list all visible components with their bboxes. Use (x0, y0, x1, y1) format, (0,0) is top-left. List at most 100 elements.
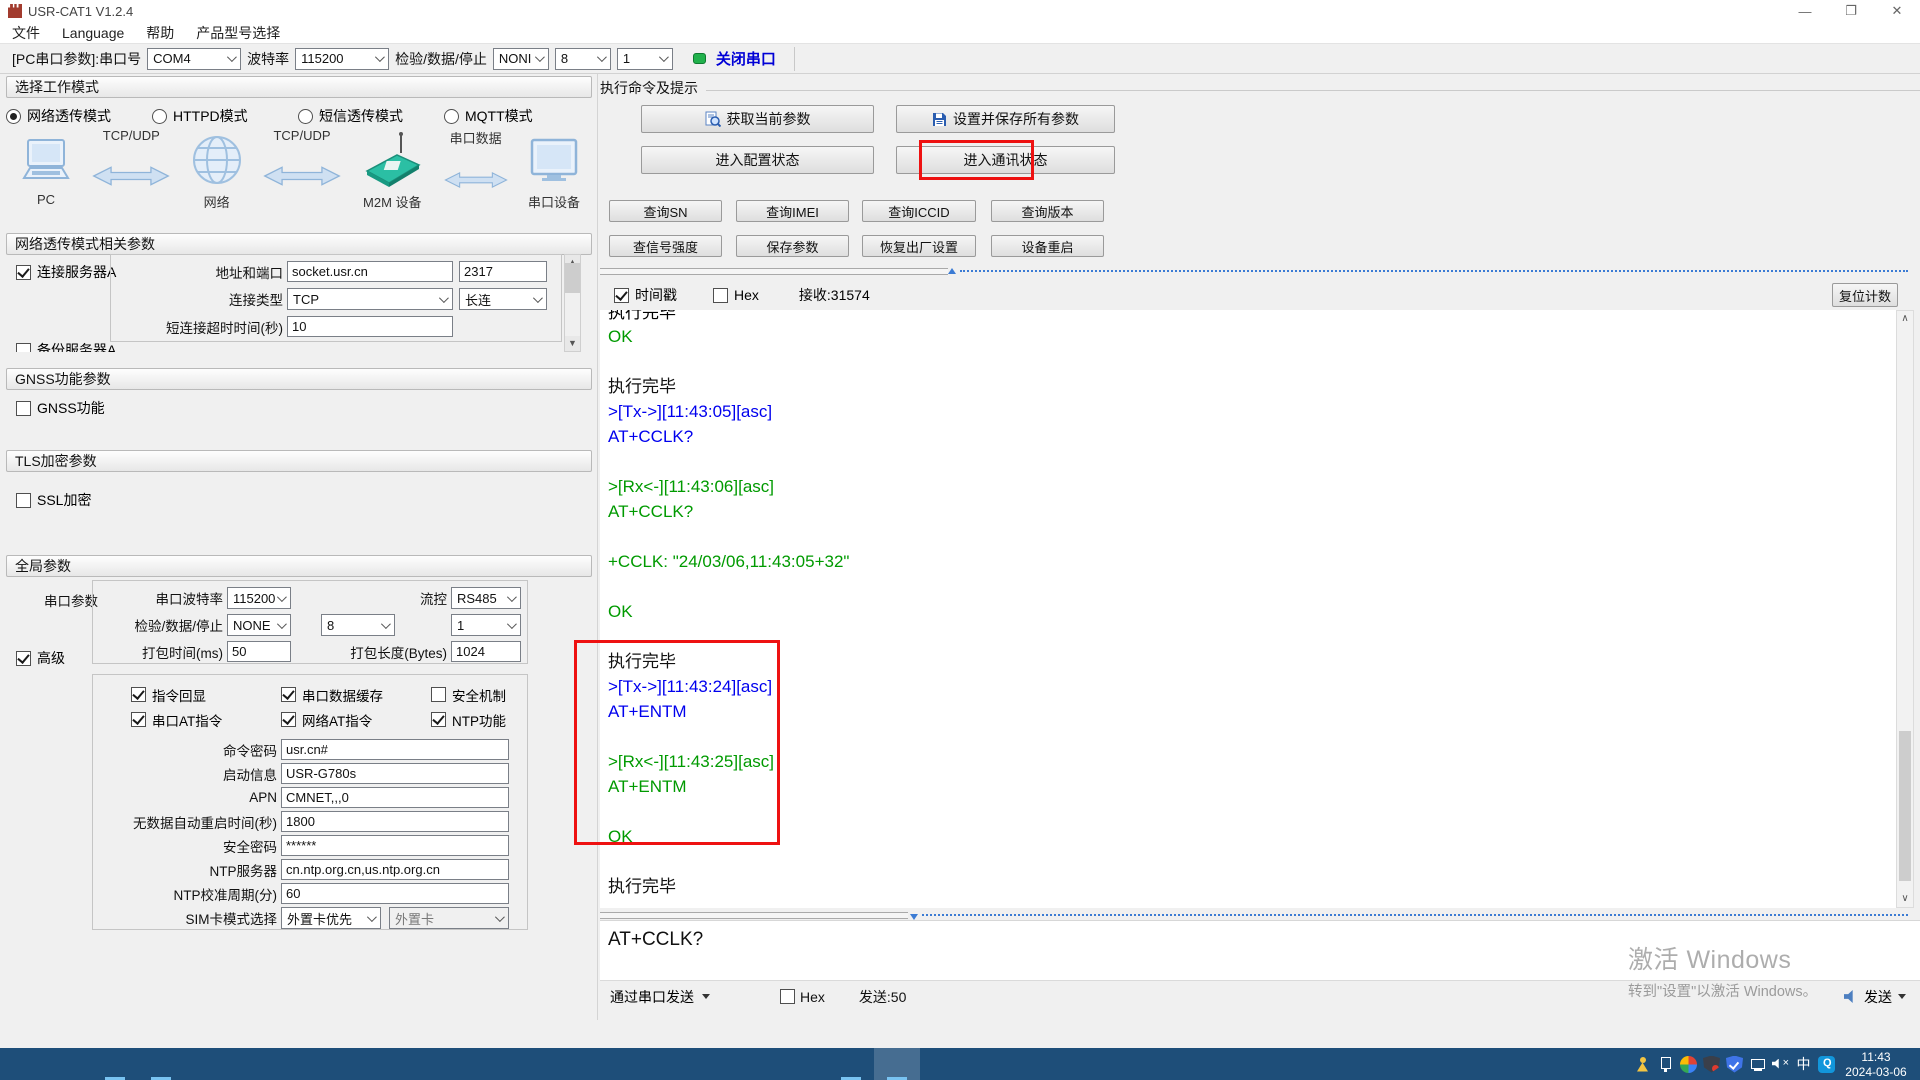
enter-config-button[interactable]: 进入配置状态 (641, 146, 874, 174)
keepalive-select[interactable]: 长连 (459, 288, 547, 310)
flow-select[interactable]: RS485 (451, 587, 521, 609)
enter-comm-button[interactable]: 进入通讯状态 (896, 146, 1115, 174)
cards-app-icon[interactable] (368, 1048, 414, 1080)
menu-item[interactable]: 文件 (12, 23, 40, 43)
scroll-down-icon[interactable]: ∨ (1897, 891, 1913, 907)
command-button[interactable]: 查询版本 (991, 200, 1104, 222)
folder-icon[interactable] (828, 1048, 874, 1080)
command-button[interactable]: 查询IMEI (736, 200, 849, 222)
tray-figure-icon[interactable] (1631, 1048, 1654, 1080)
scroll-thumb[interactable] (1899, 731, 1911, 881)
g-baud-select[interactable]: 115200 (227, 587, 291, 609)
terminal-icon[interactable] (276, 1048, 322, 1080)
creature-app-icon[interactable] (782, 1048, 828, 1080)
code-app-icon[interactable] (184, 1048, 230, 1080)
person-app-icon[interactable] (598, 1048, 644, 1080)
send-via-button[interactable]: 通过串口发送 (600, 984, 720, 1010)
param-input[interactable]: 1800 (281, 811, 509, 832)
command-button[interactable]: 保存参数 (736, 235, 849, 257)
com-port-select[interactable]: COM4 (147, 48, 241, 70)
edge-icon[interactable] (920, 1048, 966, 1080)
param-input[interactable]: cn.ntp.org.cn,us.ntp.org.cn (281, 859, 509, 880)
get-params-button[interactable]: 获取当前参数 (641, 105, 874, 133)
scroll-down-icon[interactable]: ▼ (565, 336, 580, 351)
menu-item[interactable]: Language (62, 25, 124, 41)
workmode-radio[interactable]: HTTPD模式 (152, 106, 298, 126)
feature-checkbox[interactable]: 安全机制 (431, 683, 561, 706)
person-app-icon[interactable] (414, 1048, 460, 1080)
packtime-input[interactable]: 50 (227, 641, 291, 662)
command-button[interactable]: 查询ICCID (862, 200, 976, 222)
baud-select[interactable]: 115200 (295, 48, 389, 70)
calculator-icon[interactable] (552, 1048, 598, 1080)
send-button[interactable]: 发送 (1838, 984, 1912, 1010)
recv-hex-checkbox[interactable] (713, 288, 728, 303)
bottom-splitter[interactable] (600, 912, 908, 919)
param-input[interactable]: USR-G780s (281, 763, 509, 784)
param-input[interactable]: CMNET,,,0 (281, 787, 509, 808)
sim-mode-select[interactable]: 外置卡优先 (281, 907, 381, 929)
receive-log[interactable]: 执行完毕 OK执行完毕>[Tx->][11:43:05][asc]AT+CCLK… (600, 310, 1896, 908)
shield-icon[interactable] (1723, 1048, 1746, 1080)
robot-app-icon[interactable] (736, 1048, 782, 1080)
scroll-thumb[interactable] (565, 263, 580, 293)
workmode-radio[interactable]: 网络透传模式 (6, 106, 152, 126)
feature-checkbox[interactable]: 串口数据缓存 (281, 683, 431, 706)
databits-select[interactable]: 8 (555, 48, 611, 70)
timeout-input[interactable]: 10 (287, 316, 453, 337)
bird-app-icon[interactable] (690, 1048, 736, 1080)
menu-item[interactable]: 帮助 (146, 23, 174, 43)
feature-checkbox[interactable]: 串口AT指令 (131, 708, 281, 731)
backup-server-checkbox[interactable]: 备份服务器A (16, 342, 116, 352)
timestamp-checkbox[interactable] (614, 288, 629, 303)
command-button[interactable]: 恢复出厂设置 (862, 235, 976, 257)
param-input[interactable]: usr.cn# (281, 739, 509, 760)
serial-tool-icon[interactable] (874, 1048, 920, 1080)
workmode-radio[interactable]: MQTT模式 (444, 106, 590, 126)
qq-icon[interactable] (1815, 1048, 1838, 1080)
parity-select[interactable]: NONI (493, 48, 549, 70)
person-app-icon[interactable] (644, 1048, 690, 1080)
defender-alert-icon[interactable] (1700, 1048, 1723, 1080)
network-icon[interactable] (1746, 1048, 1769, 1080)
start-button[interactable] (0, 1048, 46, 1080)
stopbits-select[interactable]: 1 (617, 48, 673, 70)
server-port-input[interactable]: 2317 (459, 261, 547, 282)
g-stopbits-select[interactable]: 1 (451, 614, 521, 636)
log-scrollbar[interactable]: ∧ ∨ (1896, 310, 1914, 908)
param-input[interactable]: 60 (281, 883, 509, 904)
advanced-checkbox[interactable]: 高级 (16, 648, 65, 668)
chrome-icon[interactable] (92, 1048, 138, 1080)
conn-type-select[interactable]: TCP (287, 288, 453, 310)
command-button[interactable]: 设备重启 (991, 235, 1104, 257)
scroll-up-icon[interactable]: ∧ (1897, 311, 1913, 327)
command-button[interactable]: 查询SN (609, 200, 722, 222)
gnss-checkbox[interactable]: GNSS功能 (16, 398, 105, 418)
close-button[interactable]: ✕ (1874, 0, 1920, 22)
person-app-icon[interactable] (322, 1048, 368, 1080)
taskbar-clock[interactable]: 11:43 2024-03-06 (1838, 1049, 1914, 1080)
param-input[interactable]: ****** (281, 835, 509, 856)
paint-app-icon[interactable] (230, 1048, 276, 1080)
command-button[interactable]: 查信号强度 (609, 235, 722, 257)
minimize-button[interactable]: — (1782, 0, 1828, 22)
splitter-arrow-icon[interactable] (948, 268, 956, 274)
top-splitter[interactable] (600, 268, 948, 275)
search-icon[interactable] (46, 1048, 92, 1080)
server-a-checkbox[interactable]: 连接服务器A (16, 262, 116, 282)
close-serial-button[interactable]: 关闭串口 (716, 48, 776, 69)
ssl-checkbox[interactable]: SSL加密 (16, 490, 91, 510)
packlen-input[interactable]: 1024 (451, 641, 521, 662)
document-app-icon[interactable] (138, 1048, 184, 1080)
volume-muted-icon[interactable] (1769, 1048, 1792, 1080)
reset-count-button[interactable]: 复位计数 (1832, 283, 1898, 307)
feature-checkbox[interactable]: NTP功能 (431, 708, 561, 731)
usb-icon[interactable] (1654, 1048, 1677, 1080)
send-hex-checkbox[interactable] (780, 989, 795, 1004)
g-databits-select[interactable]: 8 (321, 614, 395, 636)
set-save-params-button[interactable]: 设置并保存所有参数 (896, 105, 1115, 133)
workmode-radio[interactable]: 短信透传模式 (298, 106, 444, 126)
feature-checkbox[interactable]: 指令回显 (131, 683, 281, 706)
person-app-icon[interactable] (460, 1048, 506, 1080)
fin-app-icon[interactable] (506, 1048, 552, 1080)
